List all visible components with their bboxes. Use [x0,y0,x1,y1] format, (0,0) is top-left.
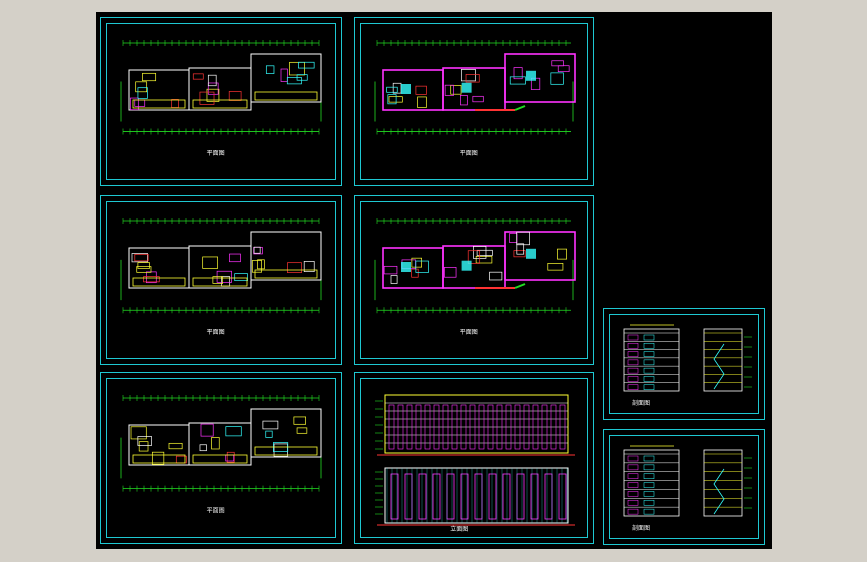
section-drawing [623,445,752,517]
drawing-plan-3: 平面图 [120,218,322,336]
drawing-plan-2: 平面图 [374,40,576,157]
sheet-plan-3[interactable]: 平面图 [100,195,342,365]
sheet-plan-1[interactable]: 平面图 [100,17,342,186]
sheet-title: 平面图 [460,150,478,157]
plan-walls [128,231,322,289]
sheet-section-1[interactable]: 剖面图 [603,308,765,420]
plan-walls [382,53,576,111]
sheet-title: 平面图 [460,329,478,336]
drawing-elevations: 立面图 [375,394,575,533]
sheet-plan-2[interactable]: 平面图 [354,17,594,186]
drawing-plan-1: 平面图 [120,40,322,157]
plan-walls [128,53,322,111]
drawing-section-1: 剖面图 [623,324,752,407]
sheet-title: 平面图 [207,507,225,514]
sheet-title: 剖面图 [632,524,650,532]
sheet-section-2[interactable]: 剖面图 [603,429,765,545]
sheet-title: 平面图 [207,150,225,157]
drawing-plan-4: 平面图 [374,218,576,336]
sheet-elevations[interactable]: 立面图 [354,372,594,544]
drawing-plan-5: 平面图 [120,395,322,514]
sheet-plan-4[interactable]: 平面图 [354,195,594,365]
sheet-title: 立面图 [450,525,468,533]
sheet-title: 剖面图 [632,399,650,407]
plan-walls [128,408,322,466]
plan-walls [382,231,576,289]
sheet-title: 平面图 [207,329,225,336]
elevation-drawing [375,394,575,526]
drawing-section-2: 剖面图 [623,445,752,532]
section-drawing [623,324,752,392]
sheet-plan-5[interactable]: 平面图 [100,372,342,544]
drawing-canvas[interactable]: 平面图 平面图 平面图 平面图 平面图 立面图 剖面图 剖面图 [96,12,772,549]
